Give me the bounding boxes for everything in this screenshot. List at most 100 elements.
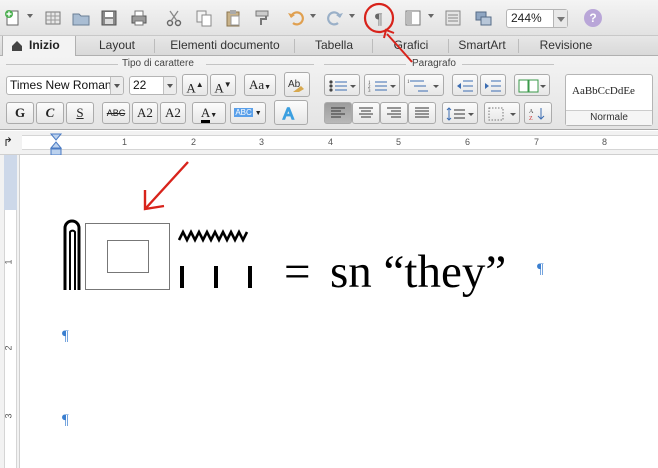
missing-glyph-inner	[107, 240, 149, 273]
svg-text:3: 3	[368, 89, 371, 94]
paragraph-mark: ¶	[62, 412, 69, 428]
underline-button[interactable]: S	[66, 102, 94, 124]
numbering-button[interactable]: 123	[364, 74, 400, 96]
strikethrough-button[interactable]: ABC	[102, 102, 130, 124]
change-case-button[interactable]: Aa▼	[244, 74, 276, 96]
svg-text:¶: ¶	[375, 11, 383, 28]
indent-marker-icon[interactable]	[50, 133, 62, 157]
align-right-button[interactable]	[380, 102, 408, 124]
new-document-icon[interactable]	[2, 7, 24, 29]
undo-arrow-icon[interactable]	[310, 14, 316, 18]
line-spacing-button[interactable]	[442, 102, 478, 124]
vruler-number: 3	[3, 413, 14, 419]
gallery-icon[interactable]	[42, 7, 64, 29]
sort-button[interactable]: AZ	[524, 102, 552, 124]
tab-elementi-documento[interactable]: Elementi documento	[156, 36, 294, 56]
format-painter-icon[interactable]	[251, 7, 273, 29]
grow-font-button[interactable]: A▲	[182, 74, 208, 96]
media-browser-icon[interactable]	[442, 7, 464, 29]
font-size-dropdown-icon[interactable]	[163, 77, 176, 94]
shrink-font-button[interactable]: A▼	[210, 74, 236, 96]
ruler-number: 4	[328, 137, 334, 147]
document-page[interactable]	[21, 155, 658, 468]
ruler-number: 6	[465, 137, 471, 147]
font-name-select[interactable]: Times New Roman	[6, 76, 124, 95]
decrease-indent-button[interactable]	[452, 74, 478, 96]
font-color-button[interactable]: A▼	[192, 102, 226, 124]
vruler-number: 1	[3, 259, 14, 265]
numbering-icon: 123	[368, 81, 396, 94]
print-icon[interactable]	[128, 7, 150, 29]
text-effects-button[interactable]: A	[274, 100, 308, 125]
tab-grafici[interactable]: Grafici	[374, 36, 448, 56]
highlight-label: ABC	[234, 108, 253, 117]
horizontal-ruler[interactable]: ↱ 1 2 3 4 5 6 7 8	[0, 131, 658, 155]
italic-button[interactable]: C	[36, 102, 64, 124]
style-normale[interactable]: AaBbCcDdEe Normale	[565, 74, 653, 126]
font-name-value: Times New Roman	[10, 78, 112, 92]
borders-icon	[488, 107, 516, 121]
missing-glyph-box	[85, 223, 170, 290]
tab-inizio[interactable]: Inizio	[2, 36, 76, 57]
toolbox-icon[interactable]	[472, 7, 494, 29]
font-group-title: Tipo di carattere	[122, 58, 194, 69]
vruler-number: 2	[3, 345, 14, 351]
font-name-dropdown-icon[interactable]	[110, 77, 123, 94]
bullets-button[interactable]	[324, 74, 360, 96]
decrease-indent-icon	[457, 80, 473, 92]
increase-indent-icon	[485, 80, 501, 92]
svg-text:A: A	[529, 109, 534, 115]
redo-arrow-icon[interactable]	[349, 14, 355, 18]
ruler-number: 7	[534, 137, 540, 147]
sidebar-arrow-icon[interactable]	[428, 14, 434, 18]
document-text: sn “they”	[330, 246, 507, 298]
paste-icon[interactable]	[222, 7, 244, 29]
zoom-dropdown-icon[interactable]	[553, 10, 567, 27]
align-left-button[interactable]	[324, 102, 352, 124]
subscript-button[interactable]: A2	[160, 102, 186, 124]
align-center-button[interactable]	[352, 102, 380, 124]
copy-icon[interactable]	[193, 7, 215, 29]
help-icon[interactable]: ?	[584, 9, 602, 27]
tab-selector[interactable]: ↱	[3, 135, 19, 150]
ruler-number: 5	[396, 137, 402, 147]
tab-revisione[interactable]: Revisione	[520, 36, 612, 56]
style-name-label: Normale	[566, 110, 652, 125]
svg-text:A: A	[283, 106, 294, 122]
bold-button[interactable]: G	[6, 102, 34, 124]
sidebar-icon[interactable]	[402, 7, 424, 29]
text-effects-icon: A	[282, 105, 294, 122]
tab-layout[interactable]: Layout	[80, 36, 154, 56]
multilevel-list-button[interactable]: 1	[404, 74, 444, 96]
clear-format-button[interactable]: Ab	[284, 72, 310, 97]
redo-icon[interactable]	[324, 7, 346, 29]
tab-tabella[interactable]: Tabella	[296, 36, 372, 56]
increase-indent-button[interactable]	[480, 74, 506, 96]
bullets-icon	[329, 80, 356, 92]
vertical-ruler[interactable]: 1 2 3	[0, 155, 20, 468]
align-center-icon	[359, 107, 373, 118]
highlight-button[interactable]: ABC ▼	[230, 102, 266, 124]
cut-icon[interactable]	[163, 7, 185, 29]
undo-icon[interactable]	[285, 7, 307, 29]
ruler-number: 3	[259, 137, 265, 147]
svg-text:Z: Z	[529, 116, 533, 122]
save-icon[interactable]	[98, 7, 120, 29]
columns-button[interactable]	[514, 74, 550, 96]
open-folder-icon[interactable]	[70, 7, 92, 29]
ribbon: Tipo di carattere Paragrafo Times New Ro…	[0, 56, 658, 130]
ribbon-tabs: Inizio Layout Elementi documento Tabella…	[0, 36, 658, 57]
word-window: { "zoom": "244%", "help_label": "?", "ta…	[0, 0, 658, 468]
zoom-select[interactable]: 244%	[506, 9, 568, 28]
new-document-arrow-icon[interactable]	[27, 14, 33, 18]
justify-icon	[415, 107, 429, 118]
align-right-icon	[387, 107, 401, 118]
justify-button[interactable]	[408, 102, 436, 124]
font-color-label: A	[200, 106, 211, 123]
superscript-button[interactable]: A2	[132, 102, 158, 124]
show-formatting-pilcrow-icon[interactable]: ¶	[369, 7, 391, 29]
borders-button[interactable]	[484, 102, 520, 124]
font-size-select[interactable]: 22	[129, 76, 177, 95]
zoom-value: 244%	[511, 11, 542, 25]
tab-smartart[interactable]: SmartArt	[450, 36, 514, 56]
